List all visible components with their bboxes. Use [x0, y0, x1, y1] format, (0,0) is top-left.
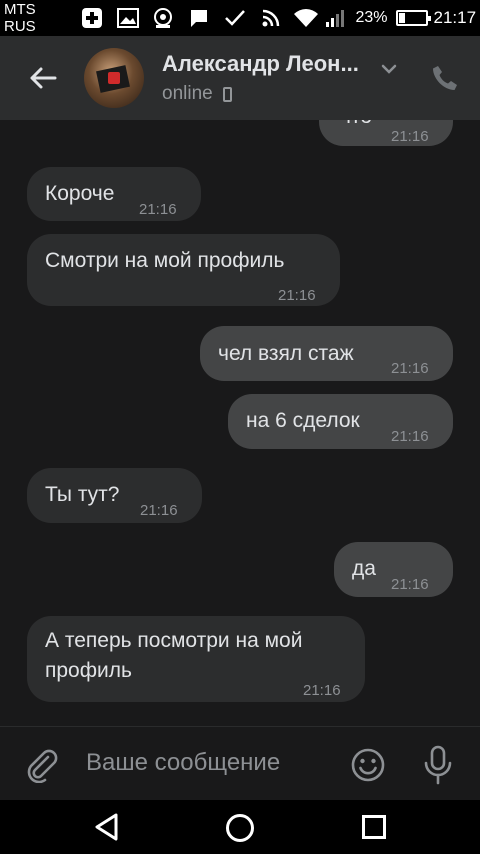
- back-button[interactable]: [28, 63, 58, 93]
- message-composer: Ваше сообщение: [0, 726, 480, 800]
- message-text: да: [352, 557, 376, 580]
- nav-recents-button[interactable]: [362, 815, 386, 839]
- nav-back-button[interactable]: [92, 812, 122, 842]
- check-notification-icon: [222, 7, 248, 29]
- contact-info[interactable]: Александр Леон... online: [162, 51, 372, 105]
- message-time: 21:16: [139, 201, 177, 218]
- message-text: что: [340, 120, 372, 132]
- message-text: чел взял стаж: [218, 342, 354, 365]
- message-bubble-out[interactable]: чел взял стаж 21:16: [200, 326, 453, 381]
- message-input[interactable]: Ваше сообщение: [86, 749, 280, 777]
- message-list[interactable]: что 21:16 Короче 21:16 Смотри на мой про…: [0, 120, 480, 726]
- triangle-back-icon: [95, 813, 118, 841]
- message-time: 21:16: [391, 428, 429, 445]
- paperclip-icon: [27, 749, 58, 784]
- message-bubble-in[interactable]: Смотри на мой профиль 21:16: [27, 234, 340, 306]
- battery-percent: 23%: [355, 9, 388, 26]
- message-text: на 6 сделок: [246, 409, 360, 432]
- message-time: 21:16: [140, 502, 178, 519]
- status-clock: 21:17: [433, 8, 477, 27]
- message-time: 21:16: [391, 576, 429, 593]
- plus-notification-icon: [79, 7, 105, 29]
- target-notification-icon: [150, 7, 176, 29]
- status-bar: MTS RUS 23% 21:17: [0, 0, 480, 36]
- rss-notification-icon: [258, 7, 284, 29]
- signal-icon: [323, 7, 349, 29]
- message-text: Ты тут?: [45, 483, 120, 506]
- message-text: Короче: [45, 182, 115, 205]
- battery-icon: [395, 10, 431, 26]
- message-bubble-out[interactable]: что 21:16: [319, 120, 453, 146]
- voice-message-button[interactable]: [420, 745, 456, 785]
- image-notification-icon: [115, 7, 141, 29]
- online-status: online: [162, 83, 213, 104]
- arrow-left-icon: [30, 67, 57, 89]
- message-bubble-in[interactable]: А теперь посмотри на мой профиль 21:16: [27, 616, 365, 702]
- chevron-down-icon[interactable]: [380, 60, 398, 78]
- wifi-icon: [293, 7, 319, 29]
- message-bubble-in[interactable]: Короче 21:16: [27, 167, 201, 221]
- attach-button[interactable]: [24, 747, 60, 784]
- chat-header: Александр Леон... online: [0, 36, 480, 120]
- emoji-button[interactable]: [350, 747, 386, 783]
- contact-name: Александр Леон...: [162, 51, 359, 76]
- message-time: 21:16: [391, 128, 429, 145]
- contact-avatar[interactable]: [84, 48, 144, 108]
- battery-level-fill: [398, 13, 405, 23]
- message-time: 21:16: [278, 287, 316, 304]
- phone-icon: [433, 66, 457, 90]
- message-bubble-out[interactable]: на 6 сделок 21:16: [228, 394, 453, 449]
- message-time: 21:16: [303, 682, 341, 699]
- carrier-label: MTS RUS: [4, 1, 36, 35]
- system-navigation-bar: [0, 800, 480, 854]
- nav-home-button[interactable]: [226, 814, 254, 842]
- chat-notification-icon: [186, 7, 212, 29]
- message-time: 21:16: [391, 360, 429, 377]
- call-button[interactable]: [430, 63, 460, 93]
- message-text: Смотри на мой профиль: [45, 249, 285, 272]
- microphone-icon: [424, 745, 452, 785]
- message-bubble-out[interactable]: да 21:16: [334, 542, 453, 597]
- mobile-device-icon: [222, 86, 232, 102]
- message-bubble-in[interactable]: Ты тут? 21:16: [27, 468, 202, 523]
- smile-icon: [351, 748, 385, 782]
